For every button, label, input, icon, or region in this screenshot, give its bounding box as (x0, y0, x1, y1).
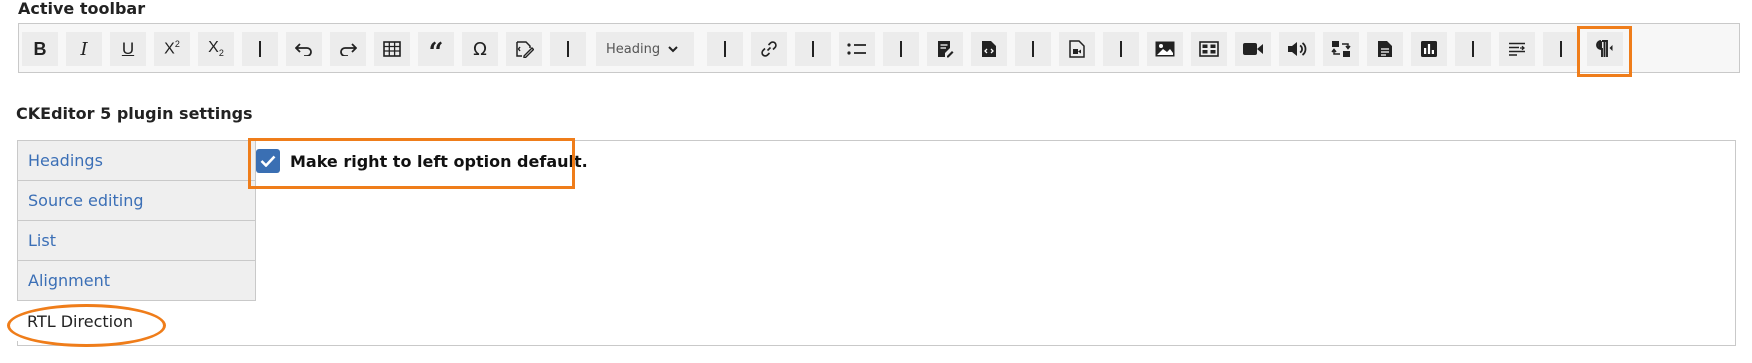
video-camera-icon (1243, 43, 1263, 55)
tab-source-editing[interactable]: Source editing (17, 181, 256, 221)
tab-alignment[interactable]: Alignment (17, 261, 256, 301)
tab-highlight (7, 304, 166, 347)
code-block-button[interactable] (971, 32, 1007, 66)
separator (242, 32, 278, 66)
swap-icon (1331, 41, 1351, 57)
superscript-icon: X2 (164, 39, 180, 58)
subscript-icon: X2 (208, 39, 224, 59)
active-toolbar-heading: Active toolbar (18, 0, 146, 18)
bold-icon: B (33, 38, 47, 59)
separator (1543, 32, 1579, 66)
italic-icon: I (80, 38, 88, 60)
heading-dropdown[interactable]: Heading (596, 32, 694, 66)
omega-icon: Ω (473, 38, 487, 60)
source-edit-icon (516, 41, 534, 58)
separator (883, 32, 919, 66)
special-characters-button[interactable]: Ω (462, 32, 498, 66)
table-button[interactable] (374, 32, 410, 66)
swap-button[interactable] (1323, 32, 1359, 66)
image-icon (1155, 41, 1175, 57)
bulleted-list-button[interactable] (839, 32, 875, 66)
checkbox-highlight (248, 138, 575, 189)
media-file-button[interactable] (1059, 32, 1095, 66)
chart-button[interactable] (1411, 32, 1447, 66)
subscript-button[interactable]: X2 (198, 32, 234, 66)
alignment-button[interactable] (1499, 32, 1535, 66)
bar-chart-icon (1421, 41, 1437, 57)
separator (1015, 32, 1051, 66)
redo-icon (340, 43, 357, 56)
toolbar-highlight (1577, 26, 1632, 77)
separator (1103, 32, 1139, 66)
paste-from-office-button[interactable] (927, 32, 963, 66)
media-embed-button[interactable] (1191, 32, 1227, 66)
link-button[interactable] (751, 32, 787, 66)
table-icon (383, 41, 401, 57)
audio-button[interactable] (1279, 32, 1315, 66)
tab-headings[interactable]: Headings (17, 140, 256, 181)
underline-button[interactable]: U (110, 32, 146, 66)
file-code-icon (982, 41, 996, 57)
undo-icon (295, 43, 312, 56)
bulleted-list-icon (847, 43, 866, 55)
superscript-button[interactable]: X2 (154, 32, 190, 66)
separator (707, 32, 743, 66)
separator (795, 32, 831, 66)
italic-button[interactable]: I (66, 32, 102, 66)
speaker-icon (1288, 42, 1307, 56)
chevron-down-icon (668, 46, 678, 53)
tab-list[interactable]: List (17, 221, 256, 261)
undo-button[interactable] (286, 32, 322, 66)
blockquote-button[interactable]: “ (418, 32, 454, 66)
insert-image-button[interactable] (1147, 32, 1183, 66)
document-button[interactable] (1367, 32, 1403, 66)
plugin-settings-heading: CKEditor 5 plugin settings (16, 104, 253, 123)
blockquote-icon: “ (428, 38, 444, 68)
source-editing-button[interactable] (506, 32, 542, 66)
separator (1455, 32, 1491, 66)
document-edit-icon (938, 41, 954, 58)
redo-button[interactable] (330, 32, 366, 66)
video-button[interactable] (1235, 32, 1271, 66)
link-icon (761, 41, 777, 57)
underline-icon: U (121, 39, 135, 58)
align-icon (1509, 42, 1525, 56)
heading-dropdown-label: Heading (606, 41, 661, 57)
active-toolbar: B I U X2 X2 “ Ω Heading (18, 23, 1740, 73)
separator (550, 32, 586, 66)
file-text-icon (1378, 41, 1392, 57)
bold-button[interactable]: B (22, 32, 58, 66)
file-video-icon (1069, 40, 1085, 58)
media-grid-icon (1199, 41, 1219, 57)
